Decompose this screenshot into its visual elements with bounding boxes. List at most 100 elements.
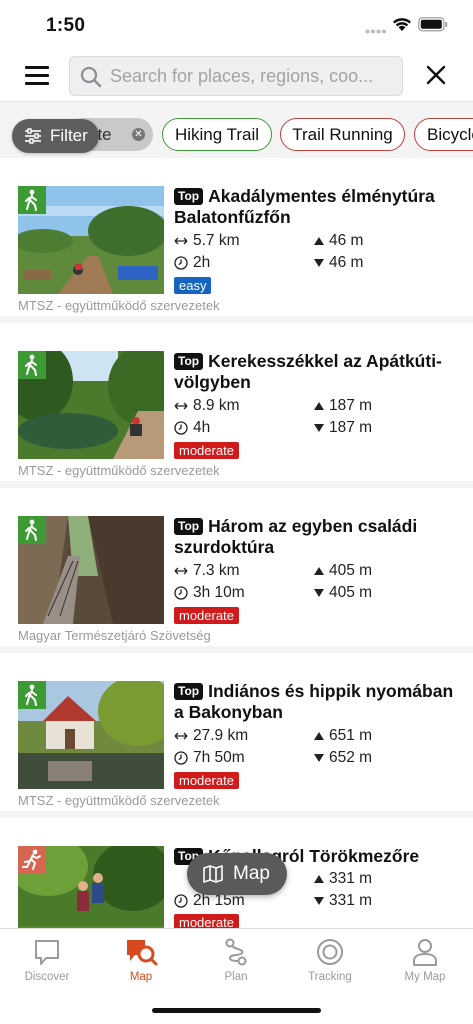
ascent-stat: 331 m <box>314 870 372 888</box>
descent-value: 187 m <box>329 419 373 436</box>
status-bar: 1:50 <box>0 0 473 50</box>
clock-icon <box>174 586 188 600</box>
ascent-value: 187 m <box>329 397 373 414</box>
hiking-icon <box>18 516 46 544</box>
distance-icon <box>174 237 188 245</box>
clock-icon <box>174 421 188 435</box>
home-indicator <box>152 1008 321 1013</box>
tour-title[interactable]: Top Akadálymentes élménytúra Balatonfűzfő… <box>174 186 464 228</box>
duration-value: 7h 50m <box>193 749 245 766</box>
duration-stat: 3h 10m <box>174 584 245 602</box>
distance-stat: 7.3 km <box>174 562 240 580</box>
distance-stat: 5.7 km <box>174 232 240 250</box>
tab-discover-label: Discover <box>24 971 70 983</box>
tour-source: MTSZ - együttműködő szervezetek <box>18 793 220 808</box>
user-icon <box>413 939 437 966</box>
ascent-value: 331 m <box>329 870 373 887</box>
ascent-value: 46 m <box>329 232 364 249</box>
descent-icon <box>314 259 324 267</box>
tab-map[interactable]: Map <box>96 937 186 983</box>
status-time: 1:50 <box>46 15 86 36</box>
difficulty-badge: moderate <box>174 772 239 789</box>
chip-bicycle-label: Bicycle <box>427 124 473 144</box>
duration-stat: 4h <box>174 419 210 437</box>
distance-value: 7.3 km <box>193 562 240 579</box>
descent-icon <box>314 754 324 762</box>
descent-stat: 187 m <box>314 419 372 437</box>
chip-bicycle[interactable]: Bicycle <box>414 118 473 151</box>
tracking-icon <box>317 939 343 965</box>
duration-value: 4h <box>193 419 211 436</box>
tour-photo <box>18 186 164 294</box>
tour-photo <box>18 351 164 459</box>
tour-title[interactable]: Top Kerekesszékkel az Apátkúti-völgyben <box>174 351 464 393</box>
ascent-stat: 405 m <box>314 562 372 580</box>
tab-plan-label: Plan <box>224 971 248 983</box>
tab-my-map-label: My Map <box>404 971 446 983</box>
ascent-stat: 187 m <box>314 397 372 415</box>
tab-plan[interactable]: Plan <box>191 937 281 983</box>
descent-stat: 652 m <box>314 749 372 767</box>
map-icon <box>203 865 223 883</box>
ascent-stat: 46 m <box>314 232 363 250</box>
ascent-stat: 651 m <box>314 727 372 745</box>
tour-card[interactable]: Top Akadálymentes élménytúra Balatonfűzfő… <box>0 158 473 316</box>
descent-stat: 405 m <box>314 584 372 602</box>
search-box[interactable] <box>69 56 403 96</box>
tab-my-map[interactable]: My Map <box>380 937 470 983</box>
descent-icon <box>314 897 324 905</box>
difficulty-badge: moderate <box>174 442 239 459</box>
descent-stat: 331 m <box>314 892 372 910</box>
show-map-button[interactable]: Map <box>187 853 287 895</box>
tour-title[interactable]: Top Három az egyben családi szurdoktúra <box>174 516 464 558</box>
tab-tracking[interactable]: Tracking <box>285 937 375 983</box>
wifi-icon <box>393 18 411 31</box>
chip-trail-running[interactable]: Trail Running <box>280 118 405 151</box>
sliders-icon <box>25 128 41 144</box>
ascent-icon <box>314 732 324 740</box>
distance-stat: 27.9 km <box>174 727 248 745</box>
descent-value: 652 m <box>329 749 373 766</box>
top-badge: Top <box>174 188 204 205</box>
discover-icon <box>35 940 59 965</box>
chip-remove-icon[interactable]: ✕ <box>132 128 145 141</box>
tour-source: MTSZ - együttműködő szervezetek <box>18 298 220 313</box>
running-icon <box>18 846 46 874</box>
map-search-icon <box>127 940 158 966</box>
clock-icon <box>174 751 188 765</box>
duration-stat: 7h 50m <box>174 749 245 767</box>
tour-title[interactable]: Top Indiános és hippik nyomában a Bakonyb… <box>174 681 464 723</box>
tab-discover[interactable]: Discover <box>2 937 92 983</box>
ascent-icon <box>314 567 324 575</box>
search-header <box>0 50 473 102</box>
tour-title-text: Indiános és hippik nyomában a Bakonyban <box>174 681 454 722</box>
chip-running-label: Trail Running <box>292 124 393 144</box>
difficulty-badge: moderate <box>174 914 239 928</box>
tour-title-text: Kerekesszékkel az Apátkúti-völgyben <box>174 351 442 392</box>
duration-stat: 2h <box>174 254 210 272</box>
chip-hiking-label: Hiking Trail <box>174 124 260 144</box>
ascent-icon <box>314 875 324 883</box>
hiking-icon <box>18 351 46 379</box>
tour-card[interactable]: Top Indiános és hippik nyomában a Bakonyb… <box>0 653 473 811</box>
filter-button[interactable]: Filter <box>12 119 99 153</box>
tour-card[interactable]: Top Kerekesszékkel az Apátkúti-völgyben 8… <box>0 323 473 481</box>
chip-hiking-trail[interactable]: Hiking Trail <box>162 118 272 151</box>
tour-card[interactable]: Top Három az egyben családi szurdoktúra 7… <box>0 488 473 646</box>
tour-list[interactable]: Top Akadálymentes élménytúra Balatonfűzfő… <box>0 158 473 928</box>
ascent-value: 651 m <box>329 727 373 744</box>
descent-value: 46 m <box>329 254 364 271</box>
ascent-icon <box>314 402 324 410</box>
distance-icon <box>174 732 188 740</box>
filter-label: Filter <box>50 126 88 145</box>
tour-source: MTSZ - együttműködő szervezetek <box>18 463 220 478</box>
menu-button[interactable] <box>22 60 52 90</box>
descent-value: 405 m <box>329 584 373 601</box>
search-icon <box>80 66 102 88</box>
distance-icon <box>174 402 188 410</box>
close-icon[interactable] <box>423 62 449 88</box>
search-input[interactable] <box>110 61 396 91</box>
clock-icon <box>174 894 188 908</box>
clock-icon <box>174 256 188 270</box>
distance-value: 27.9 km <box>193 727 249 744</box>
